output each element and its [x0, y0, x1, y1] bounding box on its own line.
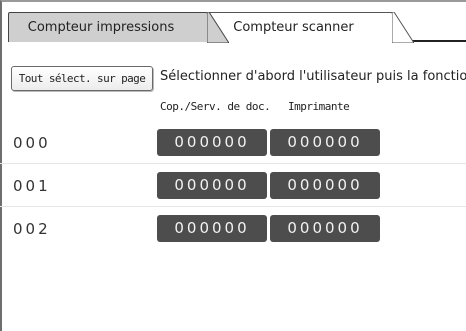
- copy-doc-counter: 000000: [157, 172, 267, 199]
- tab-scanner-counter[interactable]: Compteur scanner: [208, 12, 414, 43]
- tab-slant-decoration: [207, 12, 229, 43]
- select-all-on-page-button[interactable]: Tout sélect. sur page: [11, 66, 153, 91]
- table-row[interactable]: 002 000000 000000: [0, 208, 466, 250]
- printer-counter: 000000: [270, 129, 380, 156]
- tab-bar: Compteur impressions Compteur scanner: [8, 12, 466, 43]
- copy-doc-counter: 000000: [157, 215, 267, 242]
- row-user-id: 000: [13, 134, 51, 152]
- tab-slant-decoration: [392, 12, 414, 43]
- tab-print-counter-label: Compteur impressions: [27, 20, 175, 35]
- instruction-text: Sélectionner d'abord l'utilisateur puis …: [160, 69, 466, 84]
- column-header-printer: Imprimante: [288, 100, 350, 113]
- table-row[interactable]: 000 000000 000000: [0, 122, 466, 164]
- row-divider: [0, 206, 466, 207]
- printer-counter: 000000: [270, 215, 380, 242]
- row-divider: [0, 163, 466, 164]
- row-user-id: 002: [13, 220, 51, 238]
- column-header-copy-doc: Cop./Serv. de doc.: [160, 100, 271, 113]
- tab-print-counter[interactable]: Compteur impressions: [8, 12, 229, 43]
- row-user-id: 001: [13, 177, 51, 195]
- printer-counter: 000000: [270, 172, 380, 199]
- copy-doc-counter: 000000: [157, 129, 267, 156]
- tab-scanner-counter-label: Compteur scanner: [233, 20, 354, 35]
- table-row[interactable]: 001 000000 000000: [0, 165, 466, 207]
